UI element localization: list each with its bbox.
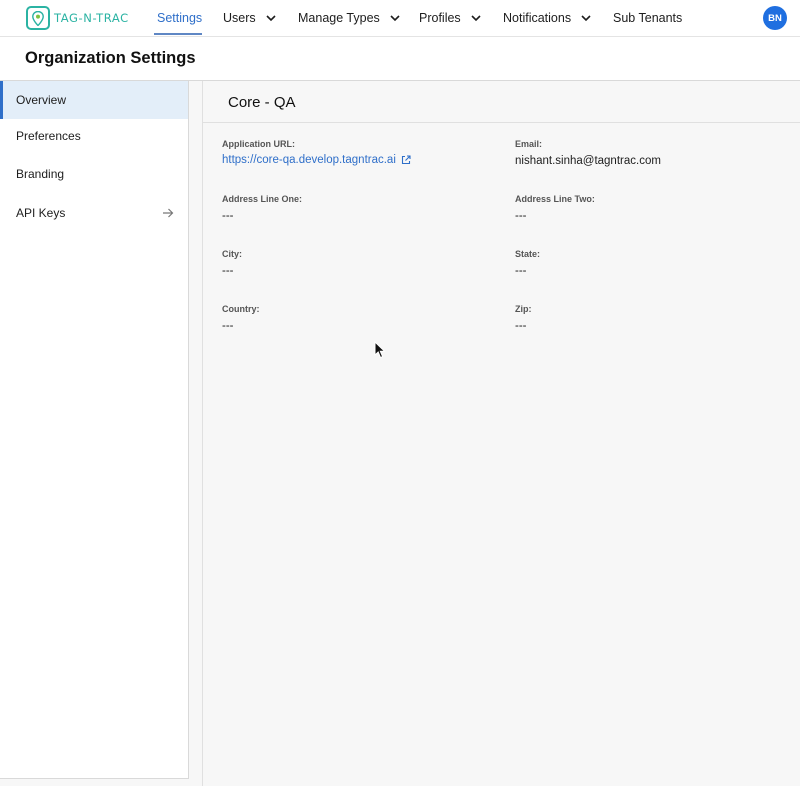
- top-navbar: TAG-N-TRAC Settings Users Manage Types P…: [0, 0, 800, 37]
- application-url-label: Application URL:: [222, 139, 295, 149]
- address-line-one-value: ---: [222, 210, 234, 222]
- page-header: Organization Settings: [0, 37, 800, 81]
- nav-notifications[interactable]: Notifications: [503, 0, 591, 36]
- country-value: ---: [222, 320, 234, 332]
- user-avatar[interactable]: BN: [763, 6, 787, 30]
- application-url-value: https://core-qa.develop.tagntrac.ai: [222, 154, 396, 166]
- city-label: City:: [222, 249, 242, 259]
- logo-text: TAG-N-TRAC: [54, 11, 129, 25]
- country-label: Country:: [222, 304, 260, 314]
- chevron-down-icon: [581, 14, 591, 22]
- avatar-initials: BN: [768, 12, 782, 24]
- settings-sidebar: Overview Preferences Branding API Keys: [0, 81, 189, 779]
- address-line-two-label: Address Line Two:: [515, 194, 595, 204]
- logo[interactable]: TAG-N-TRAC: [26, 6, 129, 30]
- sidebar-item-label: API Keys: [16, 206, 66, 220]
- zip-value: ---: [515, 320, 527, 332]
- nav-notifications-label: Notifications: [503, 11, 572, 25]
- nav-active-indicator: [154, 33, 202, 35]
- zip-label: Zip:: [515, 304, 532, 314]
- mouse-cursor-icon: [374, 340, 386, 364]
- application-url-link[interactable]: https://core-qa.develop.tagntrac.ai: [222, 154, 411, 166]
- state-label: State:: [515, 249, 541, 259]
- sidebar-item-overview[interactable]: Overview: [0, 81, 188, 119]
- external-link-icon: [401, 155, 411, 165]
- arrow-right-icon: [162, 207, 174, 221]
- address-line-one-label: Address Line One:: [222, 194, 303, 204]
- sidebar-item-branding[interactable]: Branding: [0, 155, 188, 193]
- nav-sub-tenants[interactable]: Sub Tenants: [613, 0, 682, 36]
- sidebar-item-label: Overview: [16, 93, 67, 107]
- nav-manage-types[interactable]: Manage Types: [298, 0, 400, 36]
- org-name: Core - QA: [228, 94, 296, 111]
- nav-profiles-label: Profiles: [419, 11, 461, 25]
- nav-users-label: Users: [223, 11, 256, 25]
- nav-settings[interactable]: Settings: [157, 0, 202, 36]
- chevron-down-icon: [390, 14, 400, 22]
- chevron-down-icon: [471, 14, 481, 22]
- state-value: ---: [515, 265, 527, 277]
- chevron-down-icon: [266, 14, 276, 22]
- sidebar-item-api-keys[interactable]: API Keys: [0, 194, 188, 232]
- page-title: Organization Settings: [25, 49, 196, 67]
- nav-users[interactable]: Users: [223, 0, 276, 36]
- nav-manage-types-label: Manage Types: [298, 11, 380, 25]
- location-pin-icon: [26, 6, 50, 30]
- sidebar-item-label: Preferences: [16, 129, 81, 143]
- address-line-two-value: ---: [515, 210, 527, 222]
- sidebar-item-label: Branding: [16, 167, 65, 181]
- nav-sub-tenants-label: Sub Tenants: [613, 11, 683, 25]
- nav-settings-label: Settings: [157, 11, 203, 25]
- org-details: Application URL: https://core-qa.develop…: [202, 123, 800, 786]
- email-label: Email:: [515, 139, 543, 149]
- city-value: ---: [222, 265, 234, 277]
- nav-profiles[interactable]: Profiles: [419, 0, 481, 36]
- org-header: Core - QA: [202, 81, 800, 123]
- email-value: nishant.sinha@tagntrac.com: [515, 155, 661, 167]
- sidebar-item-preferences[interactable]: Preferences: [0, 117, 188, 155]
